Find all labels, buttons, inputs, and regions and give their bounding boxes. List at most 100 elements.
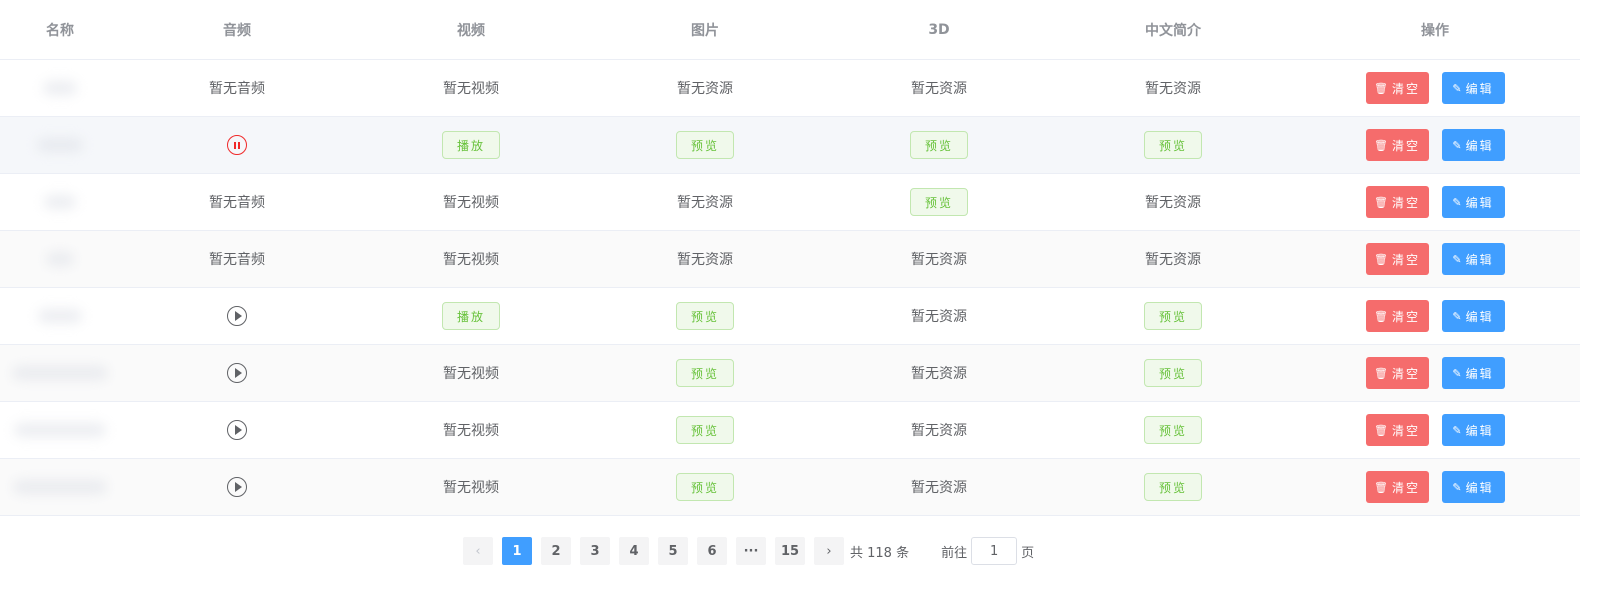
edit-button[interactable]: ✎ 编辑: [1441, 72, 1505, 104]
edit-label: 编辑: [1465, 138, 1494, 153]
table-row: 暂无音频 暂无视频 暂无资源 预览 暂无资源 🗑 清空 ✎ 编辑: [0, 174, 1580, 231]
image-preview-button[interactable]: 预览: [676, 131, 734, 159]
trash-icon: 🗑: [1374, 252, 1388, 266]
table-row: 播放 预览 暂无资源 预览 🗑 清空 ✎ 编辑: [0, 288, 1580, 345]
clear-button[interactable]: 🗑 清空: [1365, 300, 1429, 332]
video-play-button[interactable]: 播放: [442, 302, 500, 330]
video-play-button[interactable]: 播放: [442, 131, 500, 159]
video-empty-text: 暂无视频: [443, 423, 499, 439]
clear-button[interactable]: 🗑 清空: [1365, 243, 1429, 275]
edit-button[interactable]: ✎ 编辑: [1441, 129, 1505, 161]
goto-page-input[interactable]: [971, 537, 1018, 565]
audio-empty-text: 暂无音频: [209, 81, 265, 97]
intro-preview-button[interactable]: 预览: [1144, 302, 1202, 330]
page-number-button[interactable]: 5: [658, 537, 688, 565]
intro-cell: 预览: [1056, 117, 1290, 173]
3d-preview-button[interactable]: 预览: [910, 188, 968, 216]
name-cell: [0, 231, 120, 287]
trash-icon: 🗑: [1374, 480, 1388, 494]
image-empty-text: 暂无资源: [677, 252, 733, 268]
intro-preview-button[interactable]: 预览: [1144, 416, 1202, 444]
page-number-button[interactable]: 2: [541, 537, 571, 565]
image-cell: 预览: [588, 459, 822, 515]
next-page-button[interactable]: ›: [814, 537, 844, 565]
goto-suffix: 页: [1021, 545, 1035, 561]
clear-button[interactable]: 🗑 清空: [1365, 186, 1429, 218]
video-cell: 暂无视频: [354, 402, 588, 458]
edit-label: 编辑: [1465, 81, 1494, 96]
3d-empty-text: 暂无资源: [911, 366, 967, 382]
audio-cell: 暂无音频: [120, 231, 354, 287]
play-circle-icon[interactable]: [227, 420, 247, 440]
video-cell: 暂无视频: [354, 60, 588, 116]
page-number-button[interactable]: 1: [502, 537, 532, 565]
image-preview-button[interactable]: 预览: [676, 302, 734, 330]
ops-cell: 🗑 清空 ✎ 编辑: [1290, 231, 1580, 287]
intro-cell: 预览: [1056, 345, 1290, 401]
image-cell: 暂无资源: [588, 231, 822, 287]
image-cell: 预览: [588, 345, 822, 401]
3d-cell: 暂无资源: [822, 288, 1056, 344]
3d-cell: 预览: [822, 174, 1056, 230]
edit-button[interactable]: ✎ 编辑: [1441, 414, 1505, 446]
name-cell: [0, 174, 120, 230]
name-cell: [0, 60, 120, 116]
blurred-name: [37, 138, 83, 152]
3d-preview-button[interactable]: 预览: [910, 131, 968, 159]
3d-cell: 暂无资源: [822, 402, 1056, 458]
play-circle-icon[interactable]: [227, 363, 247, 383]
prev-page-button[interactable]: ‹: [463, 537, 493, 565]
header-ops: 操作: [1421, 22, 1449, 39]
clear-button[interactable]: 🗑 清空: [1365, 129, 1429, 161]
page-number-button[interactable]: 15: [775, 537, 805, 565]
edit-button[interactable]: ✎ 编辑: [1441, 471, 1505, 503]
image-preview-button[interactable]: 预览: [676, 359, 734, 387]
video-empty-text: 暂无视频: [443, 480, 499, 496]
edit-button[interactable]: ✎ 编辑: [1441, 300, 1505, 332]
3d-cell: 暂无资源: [822, 60, 1056, 116]
name-cell: [0, 402, 120, 458]
edit-button[interactable]: ✎ 编辑: [1441, 357, 1505, 389]
play-circle-icon[interactable]: [227, 477, 247, 497]
image-preview-button[interactable]: 预览: [676, 416, 734, 444]
edit-button[interactable]: ✎ 编辑: [1441, 243, 1505, 275]
image-cell: 预览: [588, 288, 822, 344]
clear-button[interactable]: 🗑 清空: [1365, 414, 1429, 446]
intro-cell: 预览: [1056, 459, 1290, 515]
page-number-button[interactable]: 4: [619, 537, 649, 565]
play-circle-icon[interactable]: [227, 306, 247, 326]
ops-cell: 🗑 清空 ✎ 编辑: [1290, 288, 1580, 344]
paperclip-icon: ✎: [1452, 309, 1462, 323]
video-cell: 播放: [354, 117, 588, 173]
3d-empty-text: 暂无资源: [911, 252, 967, 268]
clear-button[interactable]: 🗑 清空: [1365, 357, 1429, 389]
clear-label: 清空: [1391, 81, 1420, 96]
blurred-name: [12, 366, 108, 380]
audio-empty-text: 暂无音频: [209, 195, 265, 211]
3d-cell: 暂无资源: [822, 345, 1056, 401]
intro-preview-button[interactable]: 预览: [1144, 131, 1202, 159]
table-row: 暂无视频 预览 暂无资源 预览 🗑 清空 ✎ 编辑: [0, 345, 1580, 402]
pause-circle-icon[interactable]: [227, 135, 247, 155]
intro-preview-button[interactable]: 预览: [1144, 359, 1202, 387]
page-number-button[interactable]: 3: [580, 537, 610, 565]
table-row: 暂无视频 预览 暂无资源 预览 🗑 清空 ✎ 编辑: [0, 459, 1580, 516]
vertical-scrollbar[interactable]: [1586, 0, 1608, 592]
intro-preview-button[interactable]: 预览: [1144, 473, 1202, 501]
clear-button[interactable]: 🗑 清空: [1365, 471, 1429, 503]
total-count: 共 118 条: [850, 545, 910, 561]
page-ellipsis-button[interactable]: ···: [736, 537, 766, 565]
clear-label: 清空: [1391, 195, 1420, 210]
image-preview-button[interactable]: 预览: [676, 473, 734, 501]
trash-icon: 🗑: [1374, 138, 1388, 152]
video-empty-text: 暂无视频: [443, 252, 499, 268]
intro-cell: 暂无资源: [1056, 231, 1290, 287]
header-3d: 3D: [928, 21, 950, 38]
table-row: 暂无视频 预览 暂无资源 预览 🗑 清空 ✎ 编辑: [0, 402, 1580, 459]
edit-button[interactable]: ✎ 编辑: [1441, 186, 1505, 218]
chevron-left-icon: ‹: [475, 543, 481, 559]
3d-empty-text: 暂无资源: [911, 423, 967, 439]
clear-button[interactable]: 🗑 清空: [1365, 72, 1429, 104]
paperclip-icon: ✎: [1452, 81, 1462, 95]
page-number-button[interactable]: 6: [697, 537, 727, 565]
